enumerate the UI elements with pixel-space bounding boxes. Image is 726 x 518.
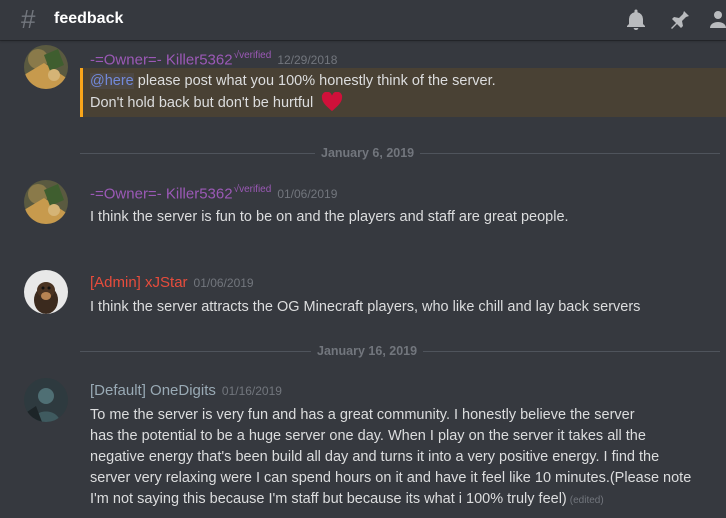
channel-hash-icon: # — [21, 4, 36, 34]
message-line: has the potential to be a huge server on… — [90, 428, 646, 444]
timestamp: 12/29/2018 — [277, 53, 338, 68]
pin-icon[interactable] — [668, 8, 692, 32]
message-content: I think the server attracts the OG Minec… — [90, 297, 720, 318]
edited-tag: (edited) — [569, 495, 604, 506]
username[interactable]: -=Owner=- Killer5362 — [90, 185, 233, 202]
message-item: -=Owner=- Killer5362√verified 12/29/2018 … — [0, 40, 726, 120]
heart-emoji-icon — [322, 91, 343, 112]
message-item: [Default] OneDigits 01/16/2019 To me the … — [0, 378, 726, 518]
message-text: Don't hold back but don't be hurtful — [90, 95, 314, 111]
message-content: I think the server is fun to be on and t… — [90, 207, 720, 228]
message-header: -=Owner=- Killer5362√verified 12/29/2018 — [90, 50, 337, 69]
message-header: -=Owner=- Killer5362√verified 01/06/2019 — [90, 184, 337, 203]
username[interactable]: [Admin] xJStar — [90, 274, 188, 291]
message-line: To me the server is very fun and has a g… — [90, 407, 635, 423]
channel-name: feedback — [54, 10, 124, 27]
username[interactable]: [Default] OneDigits — [90, 382, 216, 399]
avatar[interactable] — [24, 270, 68, 314]
message-text: I think the server is fun to be on and t… — [90, 209, 569, 225]
avatar[interactable] — [24, 180, 68, 224]
message-list: -=Owner=- Killer5362√verified 12/29/2018 … — [0, 40, 726, 517]
message-line: server very relaxing were I can spend ho… — [90, 470, 692, 486]
avatar[interactable] — [24, 378, 68, 422]
message-header: [Admin] xJStar 01/06/2019 — [90, 274, 254, 292]
members-icon[interactable] — [704, 8, 726, 32]
timestamp: 01/16/2019 — [221, 384, 282, 398]
message-content: To me the server is very fun and has a g… — [90, 405, 726, 511]
username[interactable]: -=Owner=- Killer5362 — [90, 51, 233, 68]
date-divider-label: January 16, 2019 — [311, 344, 424, 358]
message-header: [Default] OneDigits 01/16/2019 — [90, 382, 282, 400]
mention-here[interactable]: @here — [90, 73, 134, 89]
date-divider-label: January 6, 2019 — [315, 146, 421, 160]
timestamp: 01/06/2019 — [277, 187, 338, 202]
verified-tag: √verified — [233, 184, 272, 195]
message-item: [Admin] xJStar 01/06/2019 I think the ser… — [0, 270, 726, 330]
channel-header: # feedback — [0, 0, 726, 40]
timestamp: 01/06/2019 — [193, 276, 254, 290]
message-line: negative energy that's been build all da… — [90, 449, 660, 465]
avatar[interactable] — [24, 45, 68, 89]
message-content: @here please post what you 100% honestly… — [90, 71, 720, 114]
message-line: I'm not saying this because I'm staff bu… — [90, 491, 567, 507]
verified-tag: √verified — [233, 50, 272, 61]
bell-icon[interactable] — [624, 8, 648, 32]
message-text: I think the server attracts the OG Minec… — [90, 299, 641, 315]
message-item: -=Owner=- Killer5362√verified 01/06/2019 … — [0, 180, 726, 240]
message-text: please post what you 100% honestly think… — [133, 73, 496, 89]
